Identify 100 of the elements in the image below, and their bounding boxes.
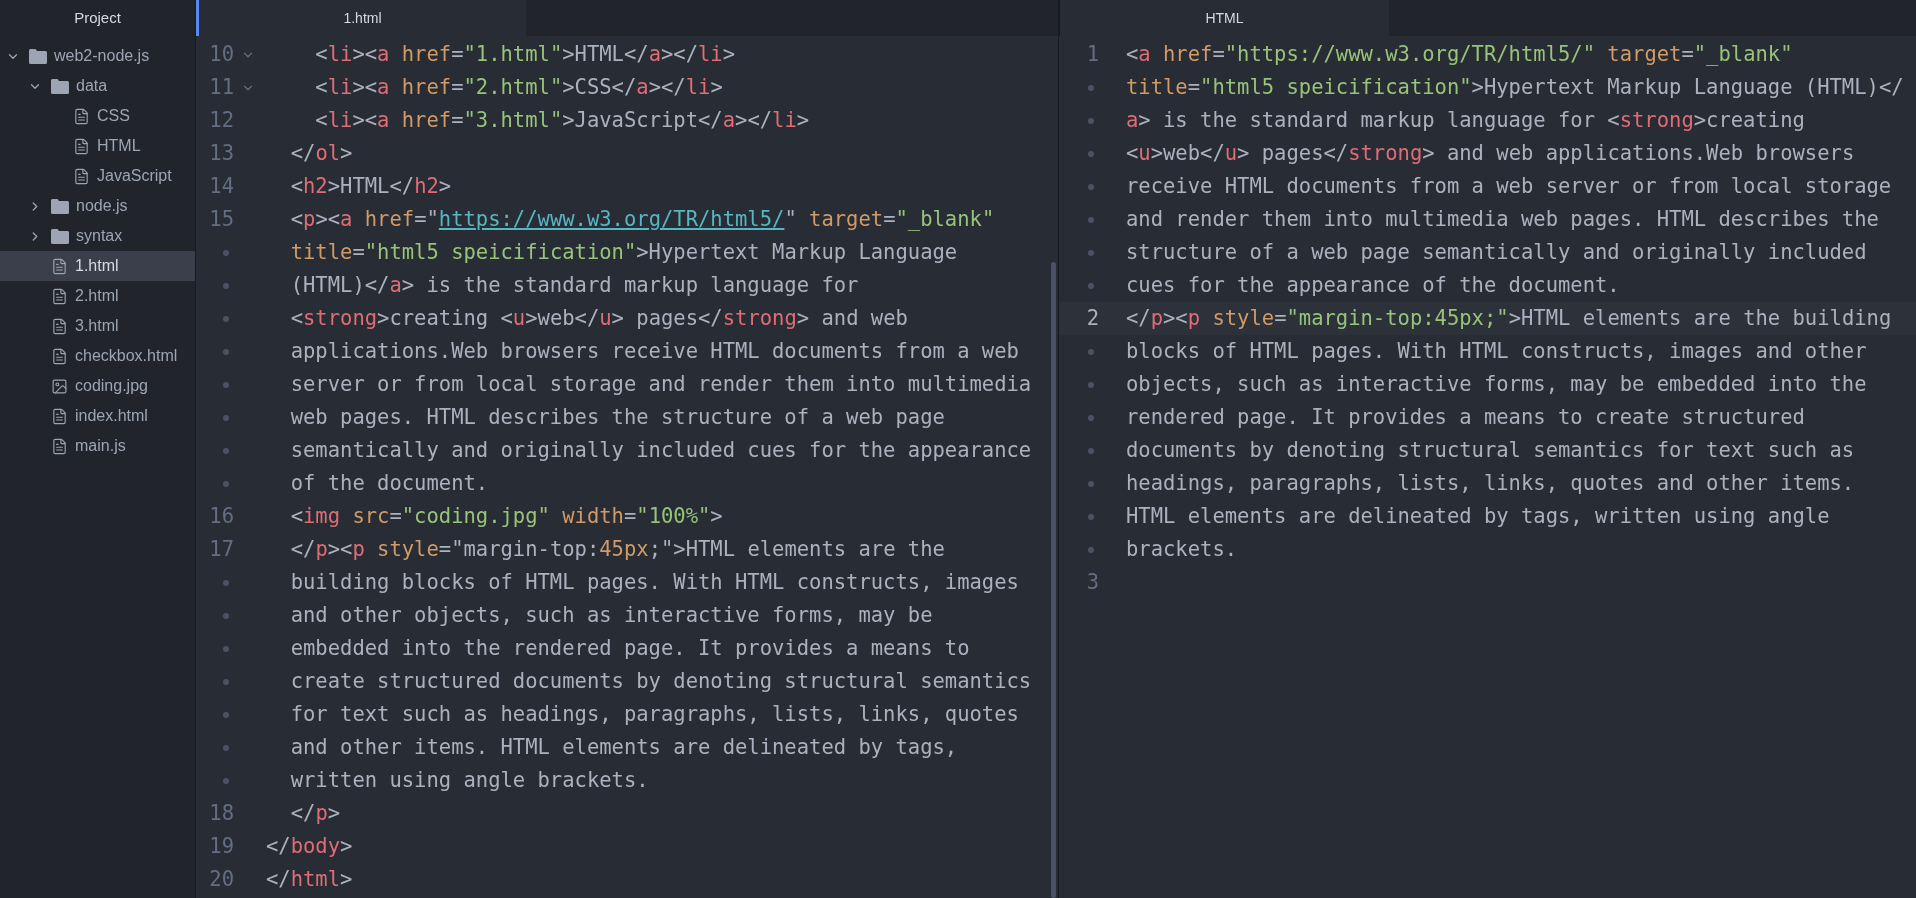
- tree-item[interactable]: 2.html: [0, 281, 195, 311]
- code-line: <p><a href="https://www.w3.org/TR/html5/" target="_blank": [289, 206, 995, 234]
- code-line: cues for the appearance of the document.: [1126, 272, 1620, 300]
- line-number: 20: [208, 866, 234, 894]
- code-line: title="html5 speicification">Hypertext Markup Language: [289, 239, 958, 267]
- line-number: 13: [208, 140, 234, 168]
- code-line: objects, such as interactive forms, may be embedded into the: [1126, 371, 1867, 399]
- code-line: <li><a href="1.html">HTML</a></li>: [314, 41, 736, 69]
- soft-wrap-dot-icon: [1088, 216, 1094, 223]
- tree-item[interactable]: checkbox.html: [0, 341, 195, 371]
- soft-wrap-dot-icon: [223, 777, 229, 784]
- line-number: 15: [208, 206, 234, 234]
- tree-item[interactable]: JavaScript: [0, 161, 195, 191]
- soft-wrap-dot-icon: [1088, 150, 1094, 157]
- code-line: </p><p style="margin-top:45px;">HTML elements are the: [289, 536, 945, 564]
- tree-item[interactable]: CSS: [0, 101, 195, 131]
- tree-item[interactable]: coding.jpg: [0, 371, 195, 401]
- file-icon: [51, 437, 68, 455]
- soft-wrap-dot-icon: [1088, 117, 1094, 124]
- scrollbar-thumb[interactable]: [1051, 262, 1056, 898]
- code-line: </p>: [289, 800, 341, 828]
- code-line: HTML elements are delineated by tags, written using angle: [1126, 503, 1830, 531]
- code-line: a> is the standard markup language for <strong>creating: [1126, 107, 1805, 135]
- code-line: web pages. HTML describes the structure of a web page: [289, 404, 945, 432]
- code-line: documents by denoting structural semantics for text such as: [1126, 437, 1855, 465]
- tree-item[interactable]: HTML: [0, 131, 195, 161]
- soft-wrap-dot-icon: [1088, 84, 1094, 91]
- code-line: written using angle brackets.: [289, 767, 649, 795]
- line-number: 14: [208, 173, 234, 201]
- code-line: for text such as headings, paragraphs, lists, links, quotes: [289, 701, 1019, 729]
- code-line: <li><a href="2.html">CSS</a></li>: [314, 74, 723, 102]
- code-line: headings, paragraphs, lists, links, quotes and other items.: [1126, 470, 1855, 498]
- code-line: applications.Web browsers receive HTML documents from a web: [289, 338, 1019, 366]
- soft-wrap-dot-icon: [223, 381, 229, 388]
- soft-wrap-dot-icon: [223, 348, 229, 355]
- code-line: and other objects, such as interactive forms, may be: [289, 602, 933, 630]
- code-line: rendered page. It provides a means to create structured: [1126, 404, 1805, 432]
- code-line: <strong>creating <u>web</u> pages</strong> and web: [289, 305, 908, 333]
- folder-icon: [51, 228, 69, 244]
- code-line: embedded into the rendered page. It provides a means to: [289, 635, 970, 663]
- soft-wrap-dot-icon: [1088, 249, 1094, 256]
- soft-wrap-dot-icon: [223, 480, 229, 487]
- soft-wrap-dot-icon: [223, 744, 229, 751]
- soft-wrap-dot-icon: [1088, 447, 1094, 454]
- sidebar-title[interactable]: Project: [0, 0, 195, 36]
- tree-item[interactable]: data: [0, 71, 195, 101]
- code-line: (HTML)</a> is the standard markup language for: [289, 272, 859, 300]
- code-line: and render them into multimedia web pages. HTML describes the: [1126, 206, 1879, 234]
- soft-wrap-dot-icon: [223, 315, 229, 322]
- soft-wrap-dot-icon: [1088, 381, 1094, 388]
- tree-item[interactable]: syntax: [0, 221, 195, 251]
- file-icon: [51, 287, 68, 305]
- soft-wrap-dot-icon: [1088, 414, 1094, 421]
- code-line: title="html5 speicification">Hypertext Markup Language (HTML)</: [1126, 74, 1904, 102]
- code-line: receive HTML documents from a web server or from local storage: [1126, 173, 1892, 201]
- code-line: blocks of HTML pages. With HTML constructs, images and other: [1126, 338, 1867, 366]
- line-number: 10: [208, 41, 234, 69]
- code-line: <img src="coding.jpg" width="100%">: [289, 503, 723, 531]
- soft-wrap-dot-icon: [223, 678, 229, 685]
- soft-wrap-dot-icon: [223, 414, 229, 421]
- tree-item[interactable]: node.js: [0, 191, 195, 221]
- code-line: structure of a web page semantically and originally included: [1126, 239, 1867, 267]
- file-icon: [73, 137, 90, 155]
- tree-item[interactable]: web2-node.js: [0, 41, 195, 71]
- editor-tab[interactable]: HTML: [1059, 0, 1389, 36]
- code-line: building blocks of HTML pages. With HTML constructs, images: [289, 569, 1019, 597]
- code-line: of the document.: [289, 470, 489, 498]
- soft-wrap-dot-icon: [1088, 282, 1094, 289]
- code-line: <li><a href="3.html">JavaScript</a></li>: [314, 107, 810, 135]
- line-number: 2: [1085, 305, 1099, 333]
- code-line: <a href="https://www.w3.org/TR/html5/" target="_blank": [1126, 41, 1793, 69]
- file-icon: [51, 407, 68, 425]
- line-number: 12: [208, 107, 234, 135]
- line-number: 1: [1085, 41, 1099, 69]
- code-line: </p><p style="margin-top:45px;">HTML elements are the building: [1126, 305, 1892, 333]
- soft-wrap-dot-icon: [1088, 480, 1094, 487]
- tree-item[interactable]: 1.html: [0, 251, 195, 281]
- soft-wrap-dot-icon: [1088, 183, 1094, 190]
- folder-icon: [51, 78, 69, 94]
- tree-item[interactable]: 3.html: [0, 311, 195, 341]
- code-line: <h2>HTML</h2>: [289, 173, 452, 201]
- code-line: server or from local storage and render them into multimedia: [289, 371, 1032, 399]
- line-number: 18: [208, 800, 234, 828]
- line-number: 11: [208, 74, 234, 102]
- tree-item[interactable]: index.html: [0, 401, 195, 431]
- soft-wrap-dot-icon: [223, 711, 229, 718]
- file-icon: [73, 107, 90, 125]
- tree-item[interactable]: main.js: [0, 431, 195, 461]
- code-line: and other items. HTML elements are delineated by tags,: [289, 734, 958, 762]
- soft-wrap-dot-icon: [1088, 348, 1094, 355]
- soft-wrap-dot-icon: [1088, 513, 1094, 520]
- line-number: 19: [208, 833, 234, 861]
- soft-wrap-dot-icon: [223, 612, 229, 619]
- line-number: 3: [1085, 569, 1099, 597]
- code-line: <u>web</u> pages</strong> and web applications.Web browsers: [1126, 140, 1855, 168]
- file-icon: [51, 347, 68, 365]
- editor-tab[interactable]: 1.html: [196, 0, 526, 36]
- code-line: </body>: [266, 833, 353, 861]
- file-icon: [51, 257, 68, 275]
- line-number: 16: [208, 503, 234, 531]
